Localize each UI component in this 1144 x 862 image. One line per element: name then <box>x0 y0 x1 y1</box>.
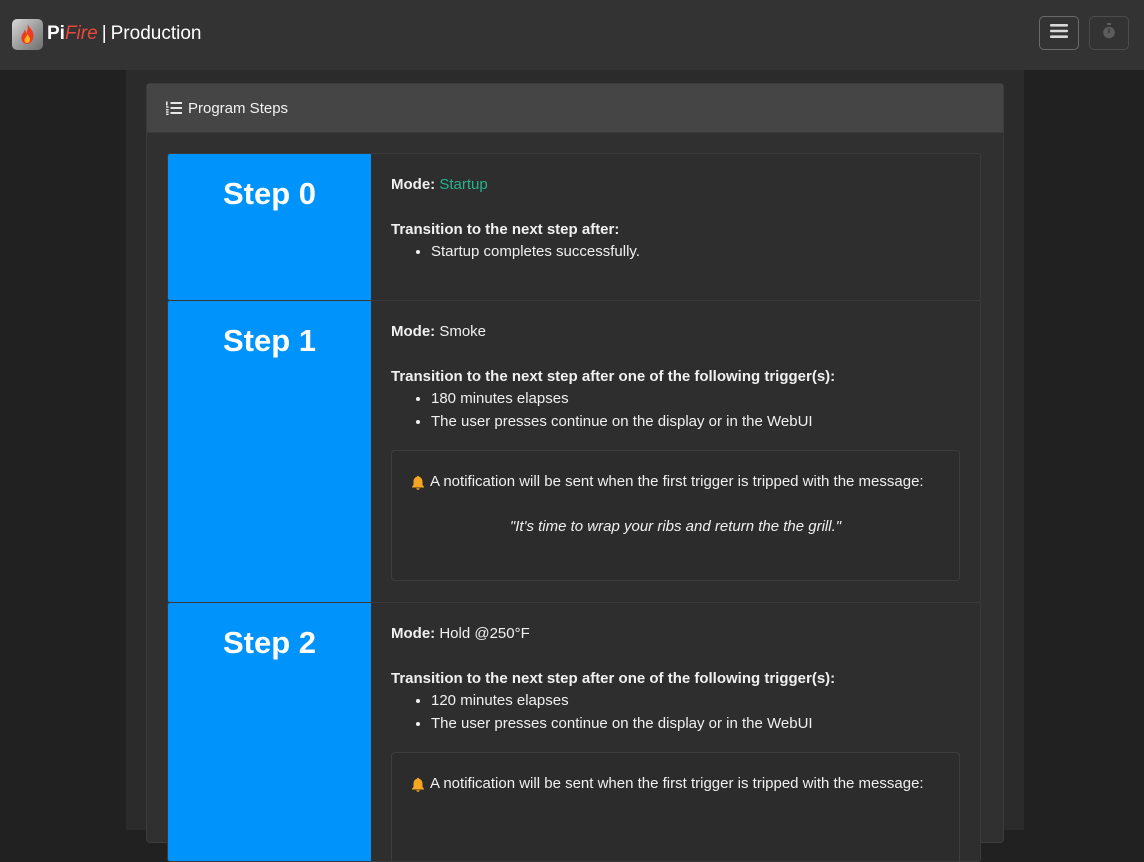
brand-text: PiFire | Production <box>47 18 201 50</box>
trigger-item: 180 minutes elapses <box>431 388 960 411</box>
notification-box: A notification will be sent when the fir… <box>391 752 960 861</box>
mode-line: Mode: Smoke <box>391 321 960 343</box>
notification-line: A notification will be sent when the fir… <box>411 773 940 795</box>
step-details: Mode: Hold @250°F Transition to the next… <box>391 603 960 861</box>
step-1: Step 1 Mode: Smoke Transition to the nex… <box>167 300 981 603</box>
trigger-list: Startup completes successfully. <box>391 241 960 264</box>
step-2: Step 2 Mode: Hold @250°F Transition to t… <box>167 602 981 862</box>
step-details: Mode: Smoke Transition to the next step … <box>391 301 960 581</box>
notification-message: "It's time to wrap your ribs and return … <box>509 518 842 535</box>
card-header: Program Steps <box>147 84 1003 133</box>
step-number-panel: Step 0 <box>168 154 371 300</box>
step-0: Step 0 Mode: Startup Transition to the n… <box>167 153 981 301</box>
brand-environment: Production <box>110 23 202 44</box>
trigger-item: 120 minutes elapses <box>431 690 960 713</box>
trigger-item: The user presses continue on the display… <box>431 713 960 736</box>
brand-pi: Pi <box>47 23 65 44</box>
stopwatch-icon <box>1102 22 1116 44</box>
mode-value: Hold @250°F <box>439 625 530 642</box>
hamburger-menu-icon <box>1050 23 1068 44</box>
step-number-panel: Step 2 <box>168 603 371 861</box>
step-title: Step 2 <box>222 625 317 660</box>
card-title: Program Steps <box>188 99 289 117</box>
mode-label: Mode: <box>391 323 436 340</box>
step-details: Mode: Startup Transition to the next ste… <box>391 154 960 264</box>
mode-line: Mode: Startup <box>391 174 960 196</box>
trigger-item: Startup completes successfully. <box>431 241 960 264</box>
menu-button[interactable] <box>1039 16 1079 50</box>
mode-value: Smoke <box>439 323 487 340</box>
mode-label: Mode: <box>391 176 436 193</box>
brand[interactable]: PiFire | Production <box>12 18 201 50</box>
mode-value: Startup <box>439 176 488 193</box>
brand-separator: | <box>101 23 107 44</box>
notification-text: A notification will be sent when the fir… <box>430 775 924 792</box>
main-container: Program Steps Step 0 Mode: Startup Trans… <box>126 70 1024 862</box>
timer-button[interactable] <box>1089 16 1129 50</box>
step-number-panel: Step 1 <box>168 301 371 602</box>
top-navbar: PiFire | Production <box>0 0 1144 70</box>
step-title: Step 0 <box>222 176 317 211</box>
pifire-logo-icon <box>12 18 43 50</box>
bell-icon <box>411 475 425 490</box>
notification-box: A notification will be sent when the fir… <box>391 450 960 581</box>
list-ol-icon <box>166 101 182 115</box>
brand-fire: Fire <box>64 23 98 44</box>
trigger-list: 180 minutes elapses The user presses con… <box>391 388 960 433</box>
mode-label: Mode: <box>391 625 436 642</box>
notification-line: A notification will be sent when the fir… <box>411 471 940 493</box>
trigger-list: 120 minutes elapses The user presses con… <box>391 690 960 735</box>
mode-line: Mode: Hold @250°F <box>391 623 960 645</box>
notification-text: A notification will be sent when the fir… <box>430 473 924 490</box>
step-title: Step 1 <box>222 323 317 358</box>
transition-label: Transition to the next step after one of… <box>391 368 836 385</box>
trigger-item: The user presses continue on the display… <box>431 411 960 434</box>
transition-label: Transition to the next step after: <box>391 221 620 238</box>
program-steps-card: Program Steps Step 0 Mode: Startup Trans… <box>146 83 1004 862</box>
bell-icon <box>411 777 425 792</box>
transition-label: Transition to the next step after one of… <box>391 670 836 687</box>
